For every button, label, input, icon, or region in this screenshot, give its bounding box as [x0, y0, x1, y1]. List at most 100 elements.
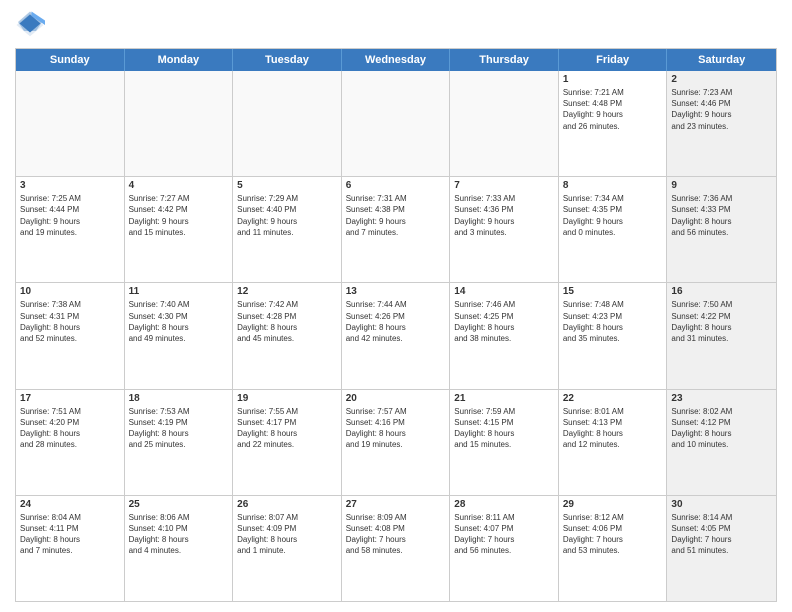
cal-cell-day-25: 25 Sunrise: 8:06 AM Sunset: 4:10 PM Dayli…	[125, 496, 234, 601]
cal-cell-day-17: 17 Sunrise: 7:51 AM Sunset: 4:20 PM Dayli…	[16, 390, 125, 495]
cell-info: Sunrise: 8:12 AM Sunset: 4:06 PM Dayligh…	[563, 512, 663, 557]
cal-row-3: 17 Sunrise: 7:51 AM Sunset: 4:20 PM Dayli…	[16, 390, 776, 496]
cal-cell-day-8: 8 Sunrise: 7:34 AM Sunset: 4:35 PM Daylig…	[559, 177, 668, 282]
cal-cell-day-3: 3 Sunrise: 7:25 AM Sunset: 4:44 PM Daylig…	[16, 177, 125, 282]
day-number: 25	[129, 499, 229, 510]
cal-cell-empty-0-3	[342, 71, 451, 176]
cell-info: Sunrise: 7:42 AM Sunset: 4:28 PM Dayligh…	[237, 299, 337, 344]
cell-info: Sunrise: 8:11 AM Sunset: 4:07 PM Dayligh…	[454, 512, 554, 557]
cal-row-2: 10Sunrise: 7:38 AM Sunset: 4:31 PM Dayli…	[16, 283, 776, 389]
day-number: 7	[454, 180, 554, 191]
day-number: 1	[563, 74, 663, 85]
cell-info: Sunrise: 7:50 AM Sunset: 4:22 PM Dayligh…	[671, 299, 772, 344]
cal-cell-day-28: 28 Sunrise: 8:11 AM Sunset: 4:07 PM Dayli…	[450, 496, 559, 601]
cell-info: Sunrise: 7:25 AM Sunset: 4:44 PM Dayligh…	[20, 193, 120, 238]
cell-info: Sunrise: 8:02 AM Sunset: 4:12 PM Dayligh…	[671, 406, 772, 451]
cal-cell-day-15: 15 Sunrise: 7:48 AM Sunset: 4:23 PM Dayli…	[559, 283, 668, 388]
cell-info: Sunrise: 7:27 AM Sunset: 4:42 PM Dayligh…	[129, 193, 229, 238]
cal-cell-empty-0-1	[125, 71, 234, 176]
day-number: 5	[237, 180, 337, 191]
cell-info: Sunrise: 7:29 AM Sunset: 4:40 PM Dayligh…	[237, 193, 337, 238]
cell-info: Sunrise: 7:46 AM Sunset: 4:25 PM Dayligh…	[454, 299, 554, 344]
cal-row-0: 1 Sunrise: 7:21 AM Sunset: 4:48 PM Daylig…	[16, 71, 776, 177]
day-number: 4	[129, 180, 229, 191]
day-number: 15	[563, 286, 663, 297]
day-number: 26	[237, 499, 337, 510]
cal-cell-day-1: 1 Sunrise: 7:21 AM Sunset: 4:48 PM Daylig…	[559, 71, 668, 176]
cal-cell-day-18: 18Sunrise: 7:53 AM Sunset: 4:19 PM Dayli…	[125, 390, 234, 495]
day-number: 29	[563, 499, 663, 510]
header	[15, 10, 777, 40]
logo	[15, 10, 49, 40]
cal-cell-day-11: 11 Sunrise: 7:40 AM Sunset: 4:30 PM Dayli…	[125, 283, 234, 388]
cal-cell-day-6: 6 Sunrise: 7:31 AM Sunset: 4:38 PM Daylig…	[342, 177, 451, 282]
cal-cell-day-4: 4 Sunrise: 7:27 AM Sunset: 4:42 PM Daylig…	[125, 177, 234, 282]
cal-cell-day-30: 30 Sunrise: 8:14 AM Sunset: 4:05 PM Dayli…	[667, 496, 776, 601]
day-number: 13	[346, 286, 446, 297]
cell-info: Sunrise: 7:48 AM Sunset: 4:23 PM Dayligh…	[563, 299, 663, 344]
cal-cell-day-22: 22Sunrise: 8:01 AM Sunset: 4:13 PM Dayli…	[559, 390, 668, 495]
day-number: 17	[20, 393, 120, 404]
cal-cell-day-20: 20 Sunrise: 7:57 AM Sunset: 4:16 PM Dayli…	[342, 390, 451, 495]
cell-info: Sunrise: 7:21 AM Sunset: 4:48 PM Dayligh…	[563, 87, 663, 132]
cell-info: Sunrise: 7:51 AM Sunset: 4:20 PM Dayligh…	[20, 406, 120, 451]
calendar-body: 1 Sunrise: 7:21 AM Sunset: 4:48 PM Daylig…	[16, 71, 776, 601]
day-number: 21	[454, 393, 554, 404]
cal-header-tuesday: Tuesday	[233, 49, 342, 71]
day-number: 6	[346, 180, 446, 191]
cal-cell-day-13: 13 Sunrise: 7:44 AM Sunset: 4:26 PM Dayli…	[342, 283, 451, 388]
cal-header-monday: Monday	[125, 49, 234, 71]
day-number: 23	[671, 393, 772, 404]
day-number: 8	[563, 180, 663, 191]
cell-info: Sunrise: 7:23 AM Sunset: 4:46 PM Dayligh…	[671, 87, 772, 132]
cal-header-saturday: Saturday	[667, 49, 776, 71]
day-number: 20	[346, 393, 446, 404]
day-number: 27	[346, 499, 446, 510]
cal-header-sunday: Sunday	[16, 49, 125, 71]
cal-cell-day-19: 19Sunrise: 7:55 AM Sunset: 4:17 PM Dayli…	[233, 390, 342, 495]
day-number: 28	[454, 499, 554, 510]
day-number: 16	[671, 286, 772, 297]
cell-info: Sunrise: 8:07 AM Sunset: 4:09 PM Dayligh…	[237, 512, 337, 557]
cell-info: Sunrise: 7:40 AM Sunset: 4:30 PM Dayligh…	[129, 299, 229, 344]
cal-header-friday: Friday	[559, 49, 668, 71]
cell-info: Sunrise: 7:34 AM Sunset: 4:35 PM Dayligh…	[563, 193, 663, 238]
cal-cell-empty-0-4	[450, 71, 559, 176]
cal-row-4: 24 Sunrise: 8:04 AM Sunset: 4:11 PM Dayli…	[16, 496, 776, 601]
cell-info: Sunrise: 7:57 AM Sunset: 4:16 PM Dayligh…	[346, 406, 446, 451]
cal-cell-empty-0-0	[16, 71, 125, 176]
day-number: 2	[671, 74, 772, 85]
day-number: 30	[671, 499, 772, 510]
cell-info: Sunrise: 8:14 AM Sunset: 4:05 PM Dayligh…	[671, 512, 772, 557]
day-number: 19	[237, 393, 337, 404]
cell-info: Sunrise: 7:31 AM Sunset: 4:38 PM Dayligh…	[346, 193, 446, 238]
cell-info: Sunrise: 8:06 AM Sunset: 4:10 PM Dayligh…	[129, 512, 229, 557]
day-number: 11	[129, 286, 229, 297]
cell-info: Sunrise: 7:44 AM Sunset: 4:26 PM Dayligh…	[346, 299, 446, 344]
cal-cell-day-27: 27Sunrise: 8:09 AM Sunset: 4:08 PM Dayli…	[342, 496, 451, 601]
day-number: 14	[454, 286, 554, 297]
cal-cell-day-2: 2 Sunrise: 7:23 AM Sunset: 4:46 PM Daylig…	[667, 71, 776, 176]
cal-cell-day-21: 21Sunrise: 7:59 AM Sunset: 4:15 PM Dayli…	[450, 390, 559, 495]
day-number: 3	[20, 180, 120, 191]
cal-cell-day-29: 29 Sunrise: 8:12 AM Sunset: 4:06 PM Dayli…	[559, 496, 668, 601]
day-number: 22	[563, 393, 663, 404]
cal-cell-day-9: 9 Sunrise: 7:36 AM Sunset: 4:33 PM Daylig…	[667, 177, 776, 282]
cal-cell-day-10: 10Sunrise: 7:38 AM Sunset: 4:31 PM Dayli…	[16, 283, 125, 388]
cell-info: Sunrise: 7:36 AM Sunset: 4:33 PM Dayligh…	[671, 193, 772, 238]
cal-header-thursday: Thursday	[450, 49, 559, 71]
logo-icon	[15, 10, 45, 40]
day-number: 12	[237, 286, 337, 297]
cal-cell-day-24: 24 Sunrise: 8:04 AM Sunset: 4:11 PM Dayli…	[16, 496, 125, 601]
cal-cell-day-5: 5 Sunrise: 7:29 AM Sunset: 4:40 PM Daylig…	[233, 177, 342, 282]
cal-cell-day-14: 14 Sunrise: 7:46 AM Sunset: 4:25 PM Dayli…	[450, 283, 559, 388]
cal-cell-empty-0-2	[233, 71, 342, 176]
cal-cell-day-23: 23 Sunrise: 8:02 AM Sunset: 4:12 PM Dayli…	[667, 390, 776, 495]
cal-header-wednesday: Wednesday	[342, 49, 451, 71]
day-number: 9	[671, 180, 772, 191]
cal-cell-day-16: 16 Sunrise: 7:50 AM Sunset: 4:22 PM Dayli…	[667, 283, 776, 388]
calendar: SundayMondayTuesdayWednesdayThursdayFrid…	[15, 48, 777, 602]
day-number: 24	[20, 499, 120, 510]
cell-info: Sunrise: 8:04 AM Sunset: 4:11 PM Dayligh…	[20, 512, 120, 557]
calendar-header-row: SundayMondayTuesdayWednesdayThursdayFrid…	[16, 49, 776, 71]
